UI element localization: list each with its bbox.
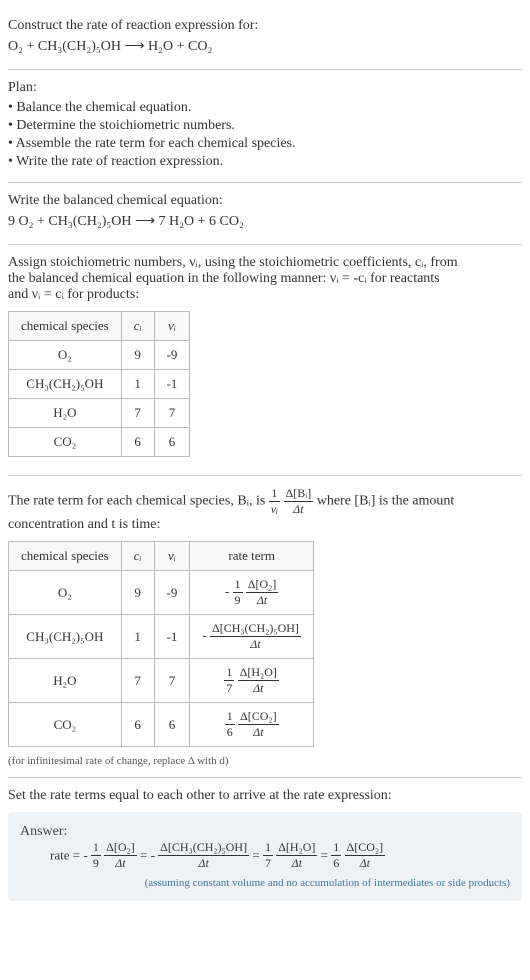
rate-intro-text: where [Bᵢ] is the amount [317, 494, 455, 509]
balanced-equation: 9 O₂ + CH₃(CH₂)₅OH ⟶ 7 H₂O + 6 CO₂ [8, 213, 522, 230]
fraction: Δ[O₂]Δt [246, 577, 279, 608]
fraction: Δ[O₂]Δt [104, 840, 137, 871]
answer-note: (assuming constant volume and no accumul… [20, 877, 510, 889]
table-row: O₂ 9 -9 - 19 Δ[O₂]Δt [9, 571, 314, 615]
table-row: CH₃(CH₂)₅OH1-1 [9, 370, 190, 399]
fraction: Δ[CH₃(CH₂)₅OH]Δt [158, 840, 249, 871]
fraction: 16 [225, 709, 235, 740]
fraction: 16 [331, 840, 341, 871]
col-vi: νᵢ [154, 312, 190, 341]
plan-title: Plan: [8, 80, 522, 96]
table-row: H₂O77 [9, 399, 190, 428]
fraction: Δ[H₂O]Δt [238, 665, 279, 696]
cell-ci: 7 [121, 399, 154, 428]
cell-vi: -9 [154, 341, 190, 370]
table-header-row: chemical species cᵢ νᵢ [9, 312, 190, 341]
fraction: 17 [224, 665, 234, 696]
fraction: 1νᵢ [269, 486, 280, 517]
cell-species: O₂ [9, 571, 122, 615]
cell-vi: -1 [154, 370, 190, 399]
section-rate-terms: The rate term for each chemical species,… [8, 476, 522, 778]
cell-vi: -9 [154, 571, 190, 615]
col-species: chemical species [9, 542, 122, 571]
table-row: CH₃(CH₂)₅OH 1 -1 - Δ[CH₃(CH₂)₅OH]Δt [9, 615, 314, 659]
plan-item: • Write the rate of reaction expression. [8, 154, 522, 170]
infinitesimal-note: (for infinitesimal rate of change, repla… [8, 755, 522, 767]
rate-intro: The rate term for each chemical species,… [8, 486, 522, 517]
cell-ci: 6 [121, 703, 154, 747]
fraction: 19 [91, 840, 101, 871]
cell-ci: 6 [121, 428, 154, 457]
table-row: O₂9-9 [9, 341, 190, 370]
cell-vi: 7 [154, 399, 190, 428]
table-row: CO₂66 [9, 428, 190, 457]
cell-vi: 6 [154, 703, 190, 747]
neg-sign: - [202, 627, 206, 642]
cell-species: CH₃(CH₂)₅OH [9, 615, 122, 659]
col-species: chemical species [9, 312, 122, 341]
plan-item: • Balance the chemical equation. [8, 100, 522, 116]
equals-sign: = [252, 848, 263, 863]
section-set-equal: Set the rate terms equal to each other t… [8, 778, 522, 911]
rate-intro-line: concentration and t is time: [8, 517, 522, 533]
answer-box: Answer: rate = - 19 Δ[O₂]Δt = - Δ[CH₃(CH… [8, 812, 522, 901]
section-stoich: Assign stoichiometric numbers, νᵢ, using… [8, 245, 522, 476]
fraction: Δ[CO₂]Δt [345, 840, 386, 871]
col-ci: cᵢ [121, 542, 154, 571]
cell-species: CO₂ [9, 703, 122, 747]
answer-label: Answer: [20, 824, 510, 840]
table-header-row: chemical species cᵢ νᵢ rate term [9, 542, 314, 571]
stoich-intro-line: and νᵢ = cᵢ for products: [8, 287, 522, 303]
fraction: Δ[CH₃(CH₂)₅OH]Δt [210, 621, 301, 652]
cell-vi: 7 [154, 659, 190, 703]
col-ci: cᵢ [121, 312, 154, 341]
stoich-intro-line: Assign stoichiometric numbers, νᵢ, using… [8, 255, 522, 271]
section-plan: Plan: • Balance the chemical equation. •… [8, 70, 522, 183]
equals-sign: = [140, 848, 151, 863]
cell-species: H₂O [9, 399, 122, 428]
fraction: 19 [233, 577, 243, 608]
construct-title: Construct the rate of reaction expressio… [8, 18, 522, 34]
cell-species: CH₃(CH₂)₅OH [9, 370, 122, 399]
rate-intro-text: The rate term for each chemical species,… [8, 494, 269, 509]
cell-species: H₂O [9, 659, 122, 703]
cell-ci: 1 [121, 615, 154, 659]
cell-vi: -1 [154, 615, 190, 659]
cell-rate: 16 Δ[CO₂]Δt [190, 703, 314, 747]
section-balanced: Write the balanced chemical equation: 9 … [8, 183, 522, 245]
unbalanced-equation: O₂ + CH₃(CH₂)₅OH ⟶ H₂O + CO₂ [8, 38, 522, 55]
neg-sign: - [225, 583, 229, 598]
col-vi: νᵢ [154, 542, 190, 571]
section-construct: Construct the rate of reaction expressio… [8, 8, 522, 70]
stoich-table: chemical species cᵢ νᵢ O₂9-9 CH₃(CH₂)₅OH… [8, 311, 190, 457]
neg-sign: - [151, 848, 155, 863]
stoich-intro-line: the balanced chemical equation in the fo… [8, 271, 522, 287]
fraction: Δ[CO₂]Δt [238, 709, 279, 740]
rate-table: chemical species cᵢ νᵢ rate term O₂ 9 -9… [8, 541, 314, 747]
cell-rate: - Δ[CH₃(CH₂)₅OH]Δt [190, 615, 314, 659]
balanced-title: Write the balanced chemical equation: [8, 193, 522, 209]
plan-item: • Determine the stoichiometric numbers. [8, 118, 522, 134]
cell-species: O₂ [9, 341, 122, 370]
table-row: H₂O 7 7 17 Δ[H₂O]Δt [9, 659, 314, 703]
cell-ci: 1 [121, 370, 154, 399]
cell-species: CO₂ [9, 428, 122, 457]
fraction: Δ[H₂O]Δt [276, 840, 317, 871]
cell-ci: 9 [121, 571, 154, 615]
cell-ci: 9 [121, 341, 154, 370]
cell-rate: - 19 Δ[O₂]Δt [190, 571, 314, 615]
equals-sign: = [321, 848, 332, 863]
fraction: Δ[Bᵢ]Δt [284, 486, 314, 517]
table-row: CO₂ 6 6 16 Δ[CO₂]Δt [9, 703, 314, 747]
cell-rate: 17 Δ[H₂O]Δt [190, 659, 314, 703]
rate-expression: rate = - 19 Δ[O₂]Δt = - Δ[CH₃(CH₂)₅OH]Δt… [50, 840, 510, 871]
col-rate: rate term [190, 542, 314, 571]
fraction: 17 [263, 840, 273, 871]
plan-item: • Assemble the rate term for each chemic… [8, 136, 522, 152]
set-equal-title: Set the rate terms equal to each other t… [8, 788, 522, 804]
rate-prefix: rate = [50, 848, 83, 863]
neg-sign: - [83, 848, 87, 863]
cell-vi: 6 [154, 428, 190, 457]
cell-ci: 7 [121, 659, 154, 703]
